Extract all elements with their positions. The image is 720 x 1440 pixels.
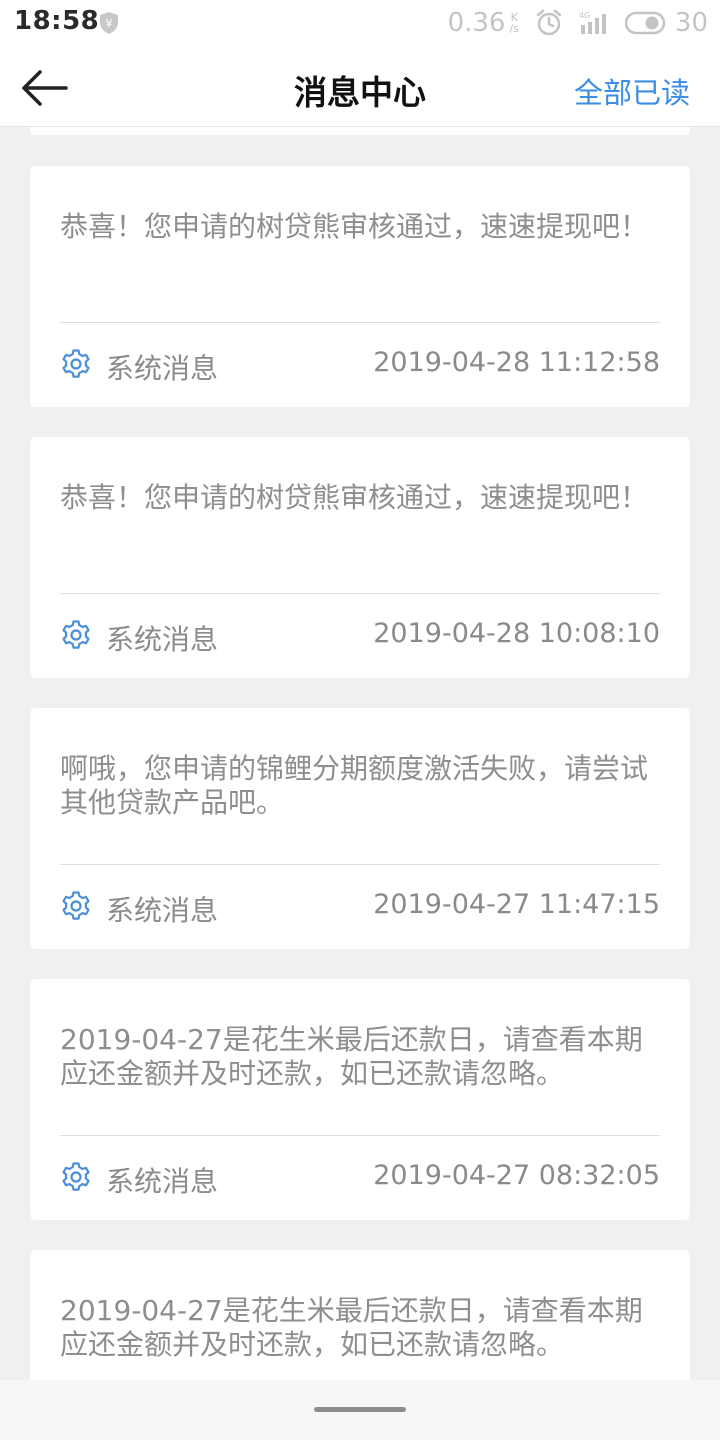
svg-text:¥: ¥ [106, 17, 113, 30]
divider [60, 593, 660, 594]
message-footer: 系统消息 2019-04-28 11:12:58 [60, 346, 660, 385]
message-time: 2019-04-28 11:12:58 [373, 347, 660, 378]
status-time: 18:58 [14, 6, 100, 36]
message-source: 系统消息 [106, 894, 219, 927]
message-time: 2019-04-27 08:32:05 [373, 1160, 660, 1191]
message-time: 2019-04-27 11:47:15 [373, 889, 660, 920]
message-text: 啊哦，您申请的锦鲤分期额度激活失败，请尝试其他贷款产品吧。 [60, 752, 649, 819]
home-indicator[interactable] [314, 1407, 406, 1412]
message-footer: 系统消息 2019-04-27 11:47:15 [60, 888, 660, 927]
message-card-partial [30, 127, 690, 135]
mark-all-read-button[interactable]: 全部已读 [574, 70, 690, 112]
message-card[interactable]: 2019-04-27是花生米最后还款日，请查看本期应还金额并及时还款，如已还款请… [30, 979, 690, 1220]
message-source: 系统消息 [106, 352, 219, 385]
navigation-bar [0, 1380, 720, 1440]
message-list[interactable]: 恭喜！您申请的树贷熊审核通过，速速提现吧！ 系统消息 2019-04-28 11… [0, 127, 720, 1380]
message-footer: 系统消息 2019-04-28 10:08:10 [60, 617, 660, 656]
message-source: 系统消息 [106, 1165, 219, 1198]
gear-icon [62, 620, 90, 649]
header: 消息中心 全部已读 [0, 46, 720, 127]
svg-text:4G: 4G [579, 11, 590, 20]
divider [60, 1135, 660, 1136]
net-speed-unit: K /s [509, 11, 519, 35]
message-text: 恭喜！您申请的树贷熊审核通过，速速提现吧！ [60, 481, 649, 514]
gear-icon [62, 891, 90, 920]
gear-icon [62, 1162, 90, 1191]
net-speed: 0.36 [447, 8, 506, 38]
screen: 18:58 ¥ 0.36 K /s 4G 30 消息中心 全部已读 恭喜！您申请… [0, 0, 720, 1440]
message-card[interactable]: 恭喜！您申请的树贷熊审核通过，速速提现吧！ 系统消息 2019-04-28 11… [30, 166, 690, 407]
message-footer: 系统消息 2019-04-27 08:32:05 [60, 1159, 660, 1198]
message-time: 2019-04-28 10:08:10 [373, 618, 660, 649]
gear-icon [62, 349, 90, 378]
shield-icon: ¥ [100, 12, 118, 34]
divider [60, 322, 660, 323]
status-bar: 18:58 ¥ 0.36 K /s 4G 30 [0, 0, 720, 46]
message-card[interactable]: 啊哦，您申请的锦鲤分期额度激活失败，请尝试其他贷款产品吧。 系统消息 2019-… [30, 708, 690, 949]
alarm-icon [536, 9, 562, 36]
divider [60, 864, 660, 865]
battery-icon [624, 11, 666, 35]
message-card[interactable]: 2019-04-27是花生米最后还款日，请查看本期应还金额并及时还款，如已还款请… [30, 1250, 690, 1380]
message-card[interactable]: 恭喜！您申请的树贷熊审核通过，速速提现吧！ 系统消息 2019-04-28 10… [30, 437, 690, 678]
message-source: 系统消息 [106, 623, 219, 656]
status-icons: 0.36 K /s 4G 30 [448, 6, 708, 40]
battery-level: 30 [674, 8, 708, 38]
message-text: 2019-04-27是花生米最后还款日，请查看本期应还金额并及时还款，如已还款请… [60, 1294, 643, 1361]
message-text: 2019-04-27是花生米最后还款日，请查看本期应还金额并及时还款，如已还款请… [60, 1023, 643, 1090]
signal-4g-icon: 4G [579, 11, 606, 34]
message-text: 恭喜！您申请的树贷熊审核通过，速速提现吧！ [60, 210, 649, 243]
